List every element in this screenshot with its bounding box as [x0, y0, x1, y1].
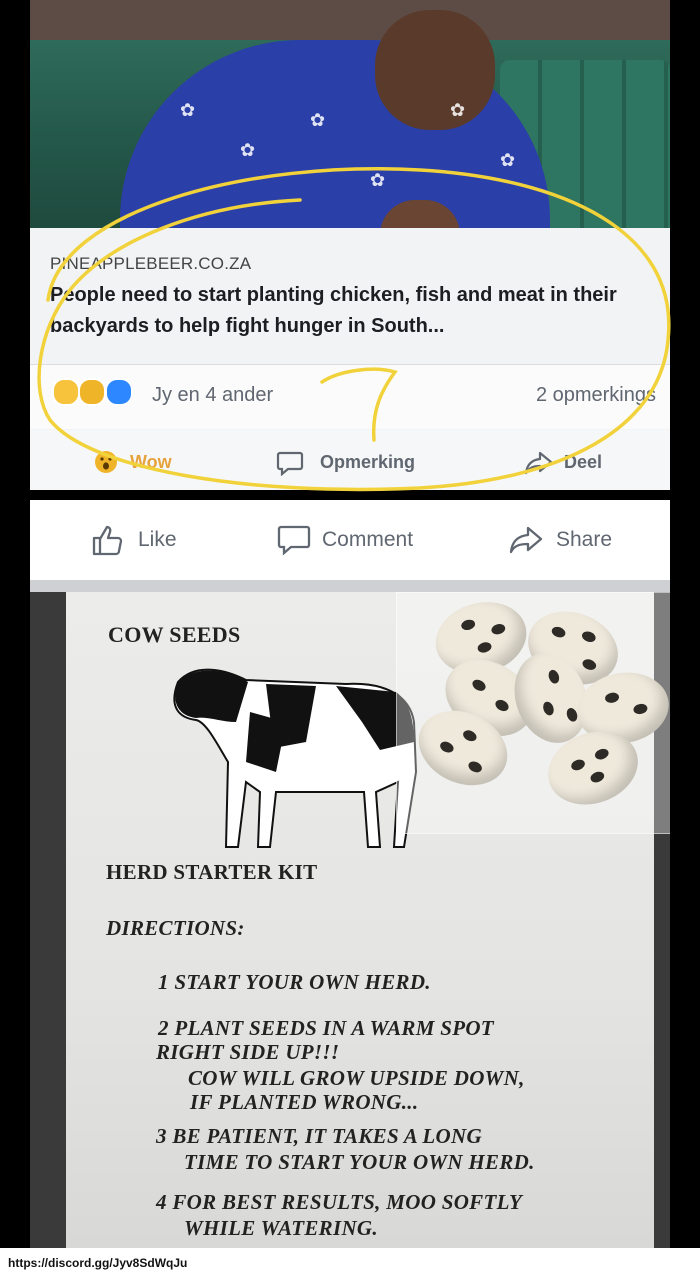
- like-thumb-icon: [92, 525, 123, 556]
- discord-link[interactable]: https://discord.gg/Jyv8SdWqJu: [8, 1256, 187, 1270]
- dress-pattern-icon: ✿: [450, 100, 466, 120]
- speaker-photo: ✿ ✿ ✿ ✿ ✿ ✿: [30, 0, 670, 228]
- wow-reaction-icon: [78, 378, 107, 406]
- like-reaction-icon: [104, 378, 133, 406]
- dress-pattern-icon: ✿: [240, 140, 256, 160]
- step-2-line-1: 2 PLANT SEEDS IN A WARM SPOT: [158, 1016, 494, 1040]
- share-icon: [524, 450, 554, 482]
- comments-count[interactable]: 2 opmerkings: [536, 384, 656, 407]
- cow-drawing-icon: [173, 668, 418, 848]
- section-separator: [30, 580, 670, 592]
- dress-pattern-icon: ✿: [370, 170, 386, 190]
- post-action-bar: Like Comment Share: [30, 500, 670, 592]
- note-title: COW SEEDS: [108, 622, 241, 647]
- comment-bubble-icon: [277, 525, 311, 556]
- person-hand: [380, 200, 460, 228]
- step-4-line-2: WHILE WATERING.: [184, 1216, 378, 1240]
- paper-note: COW SEEDS HERD STARTER KIT DIRECTIONS: 1…: [66, 592, 670, 1248]
- step-3-line-2: TIME TO START YOUR OWN HERD.: [184, 1150, 535, 1174]
- note-subtitle: HERD STARTER KIT: [106, 860, 318, 884]
- footer-bar: https://discord.gg/Jyv8SdWqJu: [0, 1248, 700, 1280]
- share-action-button[interactable]: Deel: [564, 452, 602, 473]
- dress-pattern-icon: ✿: [500, 150, 516, 170]
- dress-pattern-icon: ✿: [310, 110, 326, 130]
- like-button[interactable]: Like: [138, 528, 177, 552]
- step-4-line-1: 4 FOR BEST RESULTS, MOO SOFTLY: [156, 1190, 523, 1214]
- haha-reaction-icon: [52, 378, 80, 406]
- step-3-line-1: 3 BE PATIENT, IT TAKES A LONG: [156, 1124, 482, 1148]
- comment-action-button[interactable]: Opmerking: [320, 452, 415, 473]
- link-preview-card[interactable]: PINEAPPLEBEER.CO.ZA People need to start…: [30, 228, 670, 490]
- step-2-line-3: COW WILL GROW UPSIDE DOWN,: [188, 1066, 525, 1090]
- step-2-line-4: IF PLANTED WRONG...: [190, 1090, 419, 1114]
- cow-seeds-photo: COW SEEDS HERD STARTER KIT DIRECTIONS: 1…: [30, 592, 670, 1248]
- comment-button[interactable]: Comment: [322, 528, 413, 552]
- step-2-line-2: RIGHT SIDE UP!!!: [156, 1040, 340, 1064]
- person-head: [375, 10, 495, 130]
- link-headline[interactable]: People need to start planting chicken, f…: [50, 280, 660, 342]
- wow-emoji-icon: [94, 450, 118, 480]
- seed-bag: [396, 592, 670, 834]
- wow-action-button[interactable]: Wow: [130, 452, 172, 473]
- share-button[interactable]: Share: [556, 528, 612, 552]
- link-domain: PINEAPPLEBEER.CO.ZA: [50, 254, 252, 273]
- directions-label: DIRECTIONS:: [106, 916, 245, 940]
- dress-pattern-icon: ✿: [180, 100, 196, 120]
- comment-icon: [276, 450, 304, 482]
- reactions-summary[interactable]: Jy en 4 ander: [152, 384, 273, 407]
- reaction-icons[interactable]: [52, 378, 133, 406]
- share-arrow-icon: [509, 526, 543, 554]
- step-1: 1 START YOUR OWN HERD.: [158, 970, 431, 994]
